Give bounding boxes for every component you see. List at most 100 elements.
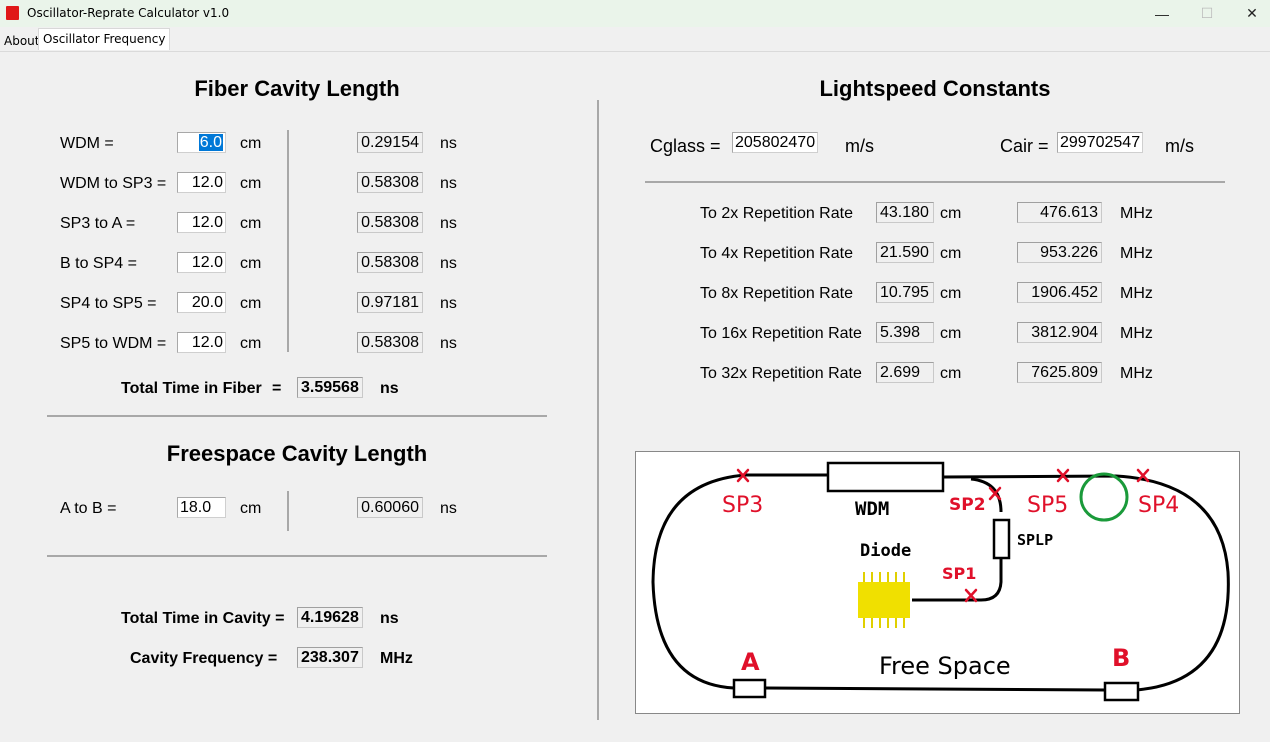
- fiber-row-label: WDM =: [60, 135, 114, 152]
- unit-label: MHz: [1120, 245, 1153, 262]
- fiber-row-label: SP4 to SP5 =: [60, 295, 157, 312]
- reprate-label: To 32x Repetition Rate: [700, 365, 862, 382]
- a-label: A: [741, 648, 760, 676]
- unit-label: MHz: [1120, 285, 1153, 302]
- fiber-row-label: SP3 to A =: [60, 215, 136, 232]
- unit-label: ns: [440, 295, 457, 312]
- reprate-frequency-field: 476.613: [1017, 202, 1102, 223]
- unit-label: cm: [940, 325, 962, 342]
- total-fiber-eq: =: [272, 380, 282, 397]
- unit-label: cm: [940, 205, 962, 222]
- a-to-b-input[interactable]: 18.0: [177, 497, 226, 518]
- unit-label: ns: [380, 610, 399, 627]
- total-cavity-label: Total Time in Cavity =: [121, 610, 285, 627]
- freespace-row-label: A to B =: [60, 500, 117, 517]
- app-icon: [6, 6, 19, 20]
- wdm-length-input[interactable]: 6.0: [177, 132, 226, 153]
- tab-bar: [0, 27, 1270, 52]
- total-fiber-label: Total Time in Fiber: [121, 380, 262, 397]
- diode-label: Diode: [860, 541, 911, 561]
- cavity-frequency-label: Cavity Frequency =: [130, 650, 278, 667]
- splp-box: [992, 518, 1011, 560]
- section-divider: [47, 415, 547, 417]
- unit-label: cm: [240, 175, 262, 192]
- lightspeed-heading: Lightspeed Constants: [819, 76, 1051, 101]
- maximize-button[interactable]: ☐: [1184, 0, 1230, 27]
- section-divider: [645, 181, 1225, 183]
- sp4-to-sp5-input[interactable]: 20.0: [177, 292, 226, 313]
- sp3-to-a-input[interactable]: 12.0: [177, 212, 226, 233]
- a-to-b-time-field: 0.60060: [357, 497, 423, 518]
- sp2-label: SP2: [949, 495, 986, 515]
- window-title: Oscillator-Reprate Calculator v1.0: [27, 6, 230, 20]
- unit-label: ns: [440, 335, 457, 352]
- section-divider: [47, 555, 547, 557]
- cair-label: Cair =: [1000, 136, 1049, 156]
- freespace-label: Free Space: [879, 652, 1011, 680]
- fiber-heading: Fiber Cavity Length: [194, 76, 400, 101]
- collimator-a: [732, 678, 767, 699]
- sp5-to-wdm-input[interactable]: 12.0: [177, 332, 226, 353]
- total-fiber-time-field: 3.59568: [297, 377, 363, 398]
- b-label: B: [1112, 644, 1130, 672]
- cglass-input[interactable]: 205802470: [732, 132, 818, 153]
- tab-about[interactable]: About: [1, 32, 42, 50]
- sp3-label: SP3: [722, 493, 763, 518]
- unit-label: ns: [380, 380, 399, 397]
- reprate-frequency-field: 953.226: [1017, 242, 1102, 263]
- wdm-time-field: 0.29154: [357, 132, 423, 153]
- wdm-to-sp3-time-field: 0.58308: [357, 172, 423, 193]
- reprate-frequency-field: 7625.809: [1017, 362, 1102, 383]
- unit-label: cm: [240, 295, 262, 312]
- unit-label: ns: [440, 175, 457, 192]
- unit-label: cm: [940, 285, 962, 302]
- unit-label: ns: [440, 500, 457, 517]
- reprate-length-field: 10.795: [876, 282, 934, 303]
- reprate-label: To 16x Repetition Rate: [700, 325, 862, 342]
- reprate-length-field: 21.590: [876, 242, 934, 263]
- unit-label: MHz: [380, 650, 413, 667]
- center-divider: [597, 100, 599, 720]
- reprate-label: To 2x Repetition Rate: [700, 205, 853, 222]
- collimator-b: [1103, 681, 1140, 702]
- unit-label: ns: [440, 135, 457, 152]
- sp4-label: SP4: [1138, 493, 1179, 518]
- unit-label: ns: [440, 255, 457, 272]
- reprate-length-field: 2.699: [876, 362, 934, 383]
- unit-label: MHz: [1120, 205, 1153, 222]
- cavity-frequency-field: 238.307: [297, 647, 363, 668]
- reprate-label: To 4x Repetition Rate: [700, 245, 853, 262]
- reprate-frequency-field: 1906.452: [1017, 282, 1102, 303]
- green-circle: [1079, 472, 1129, 522]
- reprate-length-field: 5.398: [876, 322, 934, 343]
- fiber-divider: [287, 130, 289, 352]
- sp5-to-wdm-time-field: 0.58308: [357, 332, 423, 353]
- b-to-sp4-input[interactable]: 12.0: [177, 252, 226, 273]
- sp3-to-a-time-field: 0.58308: [357, 212, 423, 233]
- diode-chip: [858, 582, 910, 618]
- reprate-frequency-field: 3812.904: [1017, 322, 1102, 343]
- sp4-to-sp5-time-field: 0.97181: [357, 292, 423, 313]
- reprate-length-field: 43.180: [876, 202, 934, 223]
- unit-label: m/s: [845, 136, 874, 156]
- close-button[interactable]: ✕: [1229, 0, 1270, 27]
- unit-label: cm: [240, 255, 262, 272]
- unit-label: cm: [240, 500, 262, 517]
- cair-input[interactable]: 299702547: [1057, 132, 1143, 153]
- unit-label: cm: [240, 135, 262, 152]
- wdm-to-sp3-input[interactable]: 12.0: [177, 172, 226, 193]
- b-to-sp4-time-field: 0.58308: [357, 252, 423, 273]
- fiber-row-label: SP5 to WDM =: [60, 335, 167, 352]
- unit-label: m/s: [1165, 136, 1194, 156]
- wdm-box: [826, 461, 945, 493]
- freespace-divider: [287, 491, 289, 531]
- tab-oscillator-frequency[interactable]: Oscillator Frequency: [38, 28, 171, 50]
- sp5-label: SP5: [1027, 493, 1068, 518]
- reprate-label: To 8x Repetition Rate: [700, 285, 853, 302]
- cavity-diagram-svg: SP3 WDM SP2 SP5 SP4 SPLP Diode SP1 A B F…: [651, 461, 1230, 702]
- sp1-label: SP1: [942, 564, 976, 583]
- minimize-button[interactable]: —: [1139, 0, 1185, 27]
- unit-label: cm: [240, 335, 262, 352]
- splp-label: SPLP: [1017, 531, 1053, 549]
- fiber-row-label: B to SP4 =: [60, 255, 137, 272]
